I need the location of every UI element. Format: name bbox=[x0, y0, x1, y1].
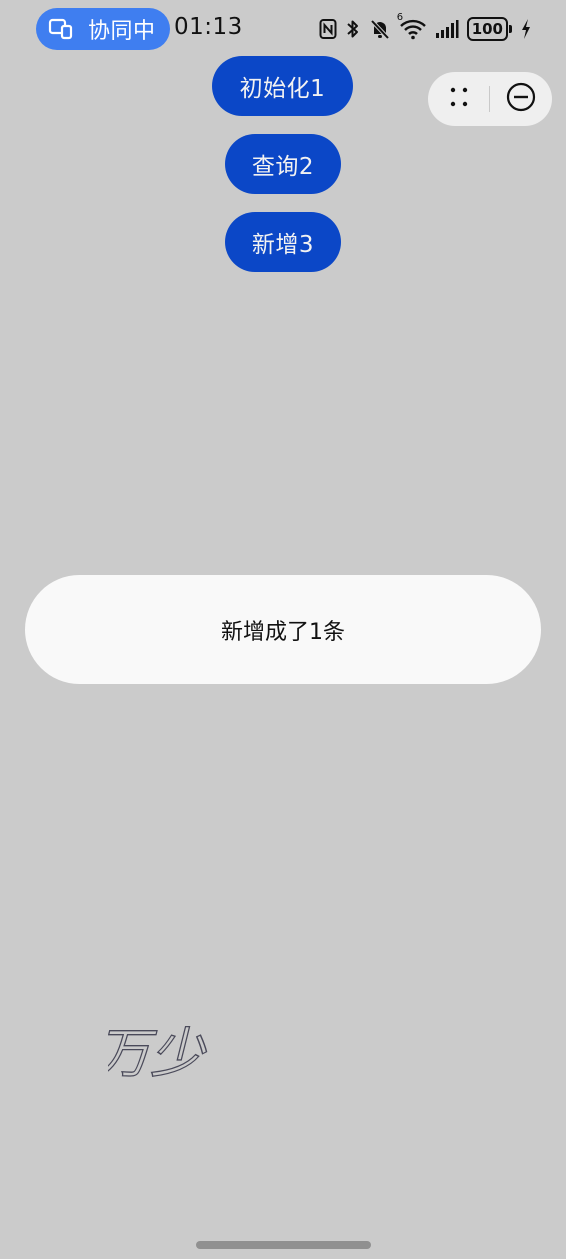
bell-muted-icon bbox=[369, 18, 391, 40]
status-bar: 协同中 01:13 6 100 bbox=[0, 0, 566, 56]
status-icons: 6 100 bbox=[319, 12, 532, 44]
close-circle-icon bbox=[506, 82, 536, 116]
watermark-text: 万少 bbox=[108, 1022, 217, 1085]
battery-level: 100 bbox=[466, 17, 508, 41]
clock: 01:13 bbox=[174, 14, 243, 40]
wifi-icon: 6 bbox=[397, 12, 427, 40]
toast-message: 新增成了1条 bbox=[25, 575, 541, 684]
battery-indicator: 100 bbox=[466, 17, 512, 41]
watermark: 万少 bbox=[92, 1008, 248, 1088]
wifi-badge: 6 bbox=[396, 12, 404, 23]
init-button[interactable]: 初始化1 bbox=[212, 56, 353, 116]
collaboration-label: 协同中 bbox=[88, 19, 156, 44]
home-indicator[interactable] bbox=[196, 1241, 371, 1249]
signal-icon bbox=[435, 19, 459, 39]
more-dots-icon bbox=[447, 85, 471, 113]
nfc-icon bbox=[319, 18, 337, 40]
toast-text: 新增成了1条 bbox=[221, 619, 345, 645]
query-button[interactable]: 查询2 bbox=[225, 134, 341, 194]
multi-device-icon bbox=[48, 16, 74, 42]
close-button[interactable] bbox=[490, 72, 551, 126]
charging-bolt-icon bbox=[520, 18, 532, 40]
more-button[interactable] bbox=[428, 72, 489, 126]
add-button[interactable]: 新增3 bbox=[225, 212, 341, 272]
bluetooth-icon bbox=[345, 18, 361, 40]
mini-program-capsule bbox=[428, 72, 552, 126]
collaboration-pill[interactable]: 协同中 bbox=[36, 8, 170, 50]
